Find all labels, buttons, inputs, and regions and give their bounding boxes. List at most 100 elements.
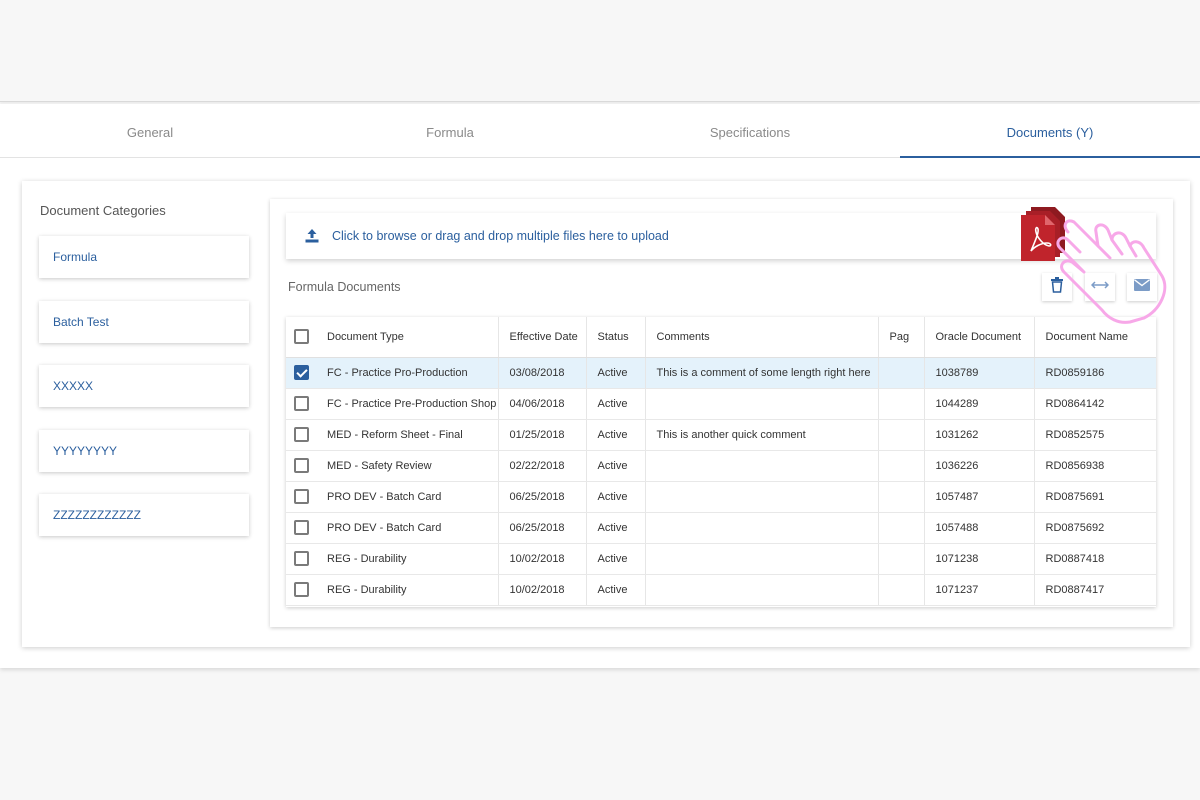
category-item-formula[interactable]: Formula — [39, 236, 249, 278]
upload-hint: or drag and drop multiple files here to … — [420, 229, 669, 243]
delete-button[interactable] — [1042, 273, 1072, 301]
table-row[interactable]: REG - Durability 10/02/2018 Active 10712… — [286, 574, 1156, 606]
formula-documents-title: Formula Documents — [288, 280, 401, 294]
cell-status: Active — [586, 512, 646, 544]
column-header-document-name[interactable]: Document Name — [1034, 317, 1156, 358]
row-checkbox[interactable] — [293, 551, 309, 566]
tab-documents[interactable]: Documents (Y) — [900, 104, 1200, 158]
swap-button[interactable] — [1085, 273, 1115, 301]
mail-icon — [1134, 278, 1150, 296]
cell-oracle-document: 1057488 — [924, 512, 1035, 544]
row-checkbox-cell — [286, 450, 316, 482]
cell-pag — [878, 357, 925, 389]
table-row[interactable]: MED - Safety Review 02/22/2018 Active 10… — [286, 450, 1156, 482]
cell-comments: This is another quick comment — [645, 419, 879, 451]
cell-comments — [645, 574, 879, 606]
cell-oracle-document: 1036226 — [924, 450, 1035, 482]
row-checkbox[interactable] — [293, 520, 309, 535]
row-checkbox-cell — [286, 419, 316, 451]
cell-document-name[interactable]: RD0875692 — [1034, 512, 1156, 544]
row-checkbox[interactable] — [293, 427, 309, 442]
cell-status: Active — [586, 388, 646, 420]
cell-oracle-document: 1071237 — [924, 574, 1035, 606]
cell-status: Active — [586, 574, 646, 606]
cell-document-name[interactable]: RD0859186 — [1034, 357, 1156, 389]
tab-bar: General Formula Specifications Documents… — [0, 104, 1200, 158]
cell-pag — [878, 481, 925, 513]
tab-general[interactable]: General — [0, 104, 300, 157]
cell-comments: This is a comment of some length right h… — [645, 357, 879, 389]
row-checkbox-cell — [286, 512, 316, 544]
cell-document-name[interactable]: RD0887418 — [1034, 543, 1156, 575]
category-label: YYYYYYYY — [53, 444, 118, 458]
email-button[interactable] — [1127, 273, 1157, 301]
category-item-yyyyyyyy[interactable]: YYYYYYYY — [39, 430, 249, 472]
column-header-document-type[interactable]: Document Type — [316, 317, 499, 358]
row-checkbox-cell — [286, 481, 316, 513]
cell-document-name[interactable]: RD0887417 — [1034, 574, 1156, 606]
category-item-zzzzzzzzzzzz[interactable]: ZZZZZZZZZZZZ — [39, 494, 249, 536]
column-header-oracle-document[interactable]: Oracle Document — [924, 317, 1035, 358]
column-header-comments[interactable]: Comments — [645, 317, 879, 358]
row-checkbox[interactable] — [293, 396, 309, 411]
cell-document-type: MED - Reform Sheet - Final — [316, 419, 499, 451]
cell-oracle-document: 1038789 — [924, 357, 1035, 389]
cell-document-name[interactable]: RD0852575 — [1034, 419, 1156, 451]
cell-comments — [645, 543, 879, 575]
row-checkbox[interactable] — [293, 582, 309, 597]
category-label: ZZZZZZZZZZZZ — [53, 508, 141, 522]
row-checkbox-cell — [286, 543, 316, 575]
cell-oracle-document: 1031262 — [924, 419, 1035, 451]
tab-label: General — [126, 125, 174, 140]
table-header-row: Document Type Effective Date Status Comm… — [286, 317, 1156, 358]
row-checkbox[interactable] — [293, 489, 309, 504]
cell-effective-date: 06/25/2018 — [498, 481, 587, 513]
column-header-effective-date[interactable]: Effective Date — [498, 317, 587, 358]
row-checkbox[interactable] — [293, 458, 309, 473]
documents-table: Document Type Effective Date Status Comm… — [286, 317, 1156, 607]
cell-document-type: REG - Durability — [316, 574, 499, 606]
column-header-pag[interactable]: Pag — [878, 317, 925, 358]
category-item-batch-test[interactable]: Batch Test — [39, 301, 249, 343]
table-row[interactable]: FC - Practice Pre-Production Shop 04/06/… — [286, 388, 1156, 420]
cell-document-type: REG - Durability — [316, 543, 499, 575]
cell-comments — [645, 450, 879, 482]
cell-effective-date: 06/25/2018 — [498, 512, 587, 544]
cell-oracle-document: 1044289 — [924, 388, 1035, 420]
cell-document-name[interactable]: RD0864142 — [1034, 388, 1156, 420]
cell-document-type: FC - Practice Pre-Production Shop — [316, 388, 499, 420]
table-row[interactable]: PRO DEV - Batch Card 06/25/2018 Active 1… — [286, 481, 1156, 513]
table-row[interactable]: MED - Reform Sheet - Final 01/25/2018 Ac… — [286, 419, 1156, 451]
row-checkbox-cell — [286, 574, 316, 606]
cell-effective-date: 04/06/2018 — [498, 388, 587, 420]
document-categories-title: Document Categories — [40, 203, 166, 218]
cell-effective-date: 02/22/2018 — [498, 450, 587, 482]
documents-panel: Click to browse or drag and drop multipl… — [270, 199, 1173, 627]
row-checkbox[interactable] — [293, 365, 309, 380]
upload-icon — [304, 228, 320, 244]
content-card: Document Categories Formula Batch Test X… — [22, 181, 1190, 647]
tab-specifications[interactable]: Specifications — [600, 104, 900, 157]
row-checkbox-cell — [286, 357, 316, 389]
pdf-file-icon[interactable] — [1021, 207, 1067, 263]
cell-status: Active — [586, 419, 646, 451]
category-item-xxxxx[interactable]: XXXXX — [39, 365, 249, 407]
browse-link[interactable]: Click to browse — [332, 229, 417, 243]
cell-document-name[interactable]: RD0856938 — [1034, 450, 1156, 482]
table-row[interactable]: REG - Durability 10/02/2018 Active 10712… — [286, 543, 1156, 575]
cell-effective-date: 10/02/2018 — [498, 574, 587, 606]
cell-pag — [878, 388, 925, 420]
table-row[interactable]: PRO DEV - Batch Card 06/25/2018 Active 1… — [286, 512, 1156, 544]
category-label: Formula — [53, 250, 98, 264]
cell-document-name[interactable]: RD0875691 — [1034, 481, 1156, 513]
column-header-status[interactable]: Status — [586, 317, 646, 358]
top-header-band — [0, 0, 1200, 102]
cell-status: Active — [586, 481, 646, 513]
tab-formula[interactable]: Formula — [300, 104, 600, 157]
cell-comments — [645, 481, 879, 513]
table-row[interactable]: FC - Practice Pro-Production 03/08/2018 … — [286, 357, 1156, 389]
select-all-checkbox[interactable] — [293, 329, 309, 345]
swap-icon — [1090, 278, 1110, 296]
cell-oracle-document: 1071238 — [924, 543, 1035, 575]
cell-comments — [645, 388, 879, 420]
